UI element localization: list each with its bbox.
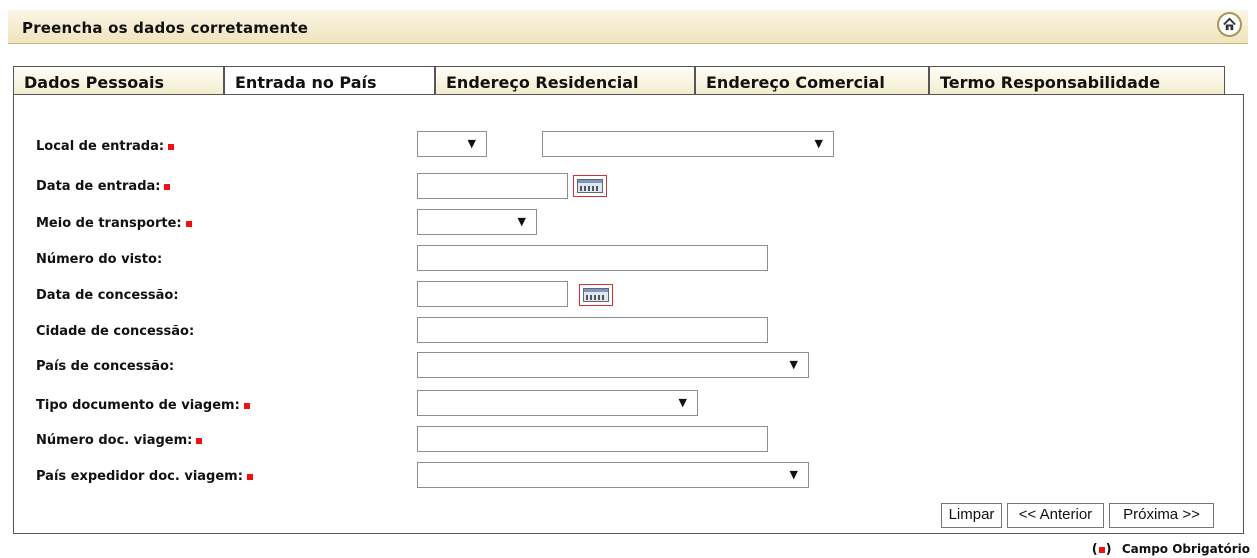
- page-title: Preencha os dados corretamente: [22, 19, 309, 37]
- clear-button[interactable]: Limpar: [941, 503, 1002, 528]
- tab-endereco-residencial[interactable]: Endereço Residencial: [435, 66, 695, 94]
- tipo-documento-label: Tipo documento de viagem:: [36, 398, 250, 413]
- cidade-concessao-input[interactable]: [417, 317, 768, 343]
- local-entrada-select-a[interactable]: ▼: [417, 131, 487, 157]
- pais-expedidor-label: País expedidor doc. viagem:: [36, 469, 253, 484]
- data-entrada-label: Data de entrada:: [36, 179, 171, 194]
- legend-text: Campo Obrigatório: [1121, 542, 1250, 556]
- tab-entrada-no-pais[interactable]: Entrada no País: [224, 66, 435, 96]
- local-entrada-select-b[interactable]: ▼: [542, 131, 834, 157]
- chevron-down-icon: ▼: [517, 215, 526, 228]
- numero-visto-input[interactable]: [417, 245, 768, 271]
- required-marker: [168, 143, 175, 150]
- required-marker: [243, 402, 250, 409]
- data-entrada-input[interactable]: [417, 173, 568, 199]
- form-panel: Local de entrada: ▼ ▼ Data de entrada: M…: [13, 94, 1244, 534]
- tab-dados-pessoais[interactable]: Dados Pessoais: [13, 66, 224, 94]
- required-legend: () Campo Obrigatório: [1092, 542, 1250, 557]
- home-button[interactable]: [1217, 12, 1242, 37]
- numero-visto-label: Número do visto:: [36, 252, 163, 267]
- cidade-concessao-label: Cidade de concessão:: [36, 324, 195, 339]
- required-marker: [196, 437, 203, 444]
- required-marker: [185, 220, 192, 227]
- tab-label: Endereço Residencial: [446, 73, 639, 92]
- home-icon: [1223, 17, 1236, 31]
- calendar-icon[interactable]: [579, 284, 613, 306]
- pais-concessao-label: País de concessão:: [36, 359, 175, 374]
- chevron-down-icon: ▼: [467, 137, 476, 150]
- local-entrada-label: Local de entrada:: [36, 139, 175, 154]
- required-marker: [164, 183, 171, 190]
- page-header: Preencha os dados corretamente: [8, 10, 1248, 44]
- previous-button[interactable]: << Anterior: [1007, 503, 1104, 528]
- tab-label: Dados Pessoais: [24, 73, 165, 92]
- tab-label: Entrada no País: [235, 73, 377, 92]
- chevron-down-icon: ▼: [789, 468, 798, 481]
- data-concessao-input[interactable]: [417, 281, 568, 307]
- tab-termo-responsabilidade[interactable]: Termo Responsabilidade: [929, 66, 1225, 94]
- chevron-down-icon: ▼: [814, 137, 823, 150]
- pais-concessao-select[interactable]: ▼: [417, 352, 809, 378]
- required-marker: [246, 473, 253, 480]
- tab-label: Termo Responsabilidade: [940, 73, 1161, 92]
- data-concessao-label: Data de concessão:: [36, 288, 179, 303]
- meio-transporte-select[interactable]: ▼: [417, 209, 537, 235]
- tab-endereco-comercial[interactable]: Endereço Comercial: [695, 66, 929, 94]
- chevron-down-icon: ▼: [789, 358, 798, 371]
- tab-label: Endereço Comercial: [706, 73, 885, 92]
- required-marker-legend: (): [1091, 542, 1112, 557]
- pais-expedidor-select[interactable]: ▼: [417, 462, 809, 488]
- numero-doc-label: Número doc. viagem:: [36, 433, 203, 448]
- tipo-documento-select[interactable]: ▼: [417, 390, 698, 416]
- meio-transporte-label: Meio de transporte:: [36, 216, 192, 231]
- next-button[interactable]: Próxima >>: [1109, 503, 1214, 528]
- chevron-down-icon: ▼: [678, 396, 687, 409]
- numero-doc-input[interactable]: [417, 426, 768, 452]
- calendar-icon[interactable]: [573, 175, 607, 197]
